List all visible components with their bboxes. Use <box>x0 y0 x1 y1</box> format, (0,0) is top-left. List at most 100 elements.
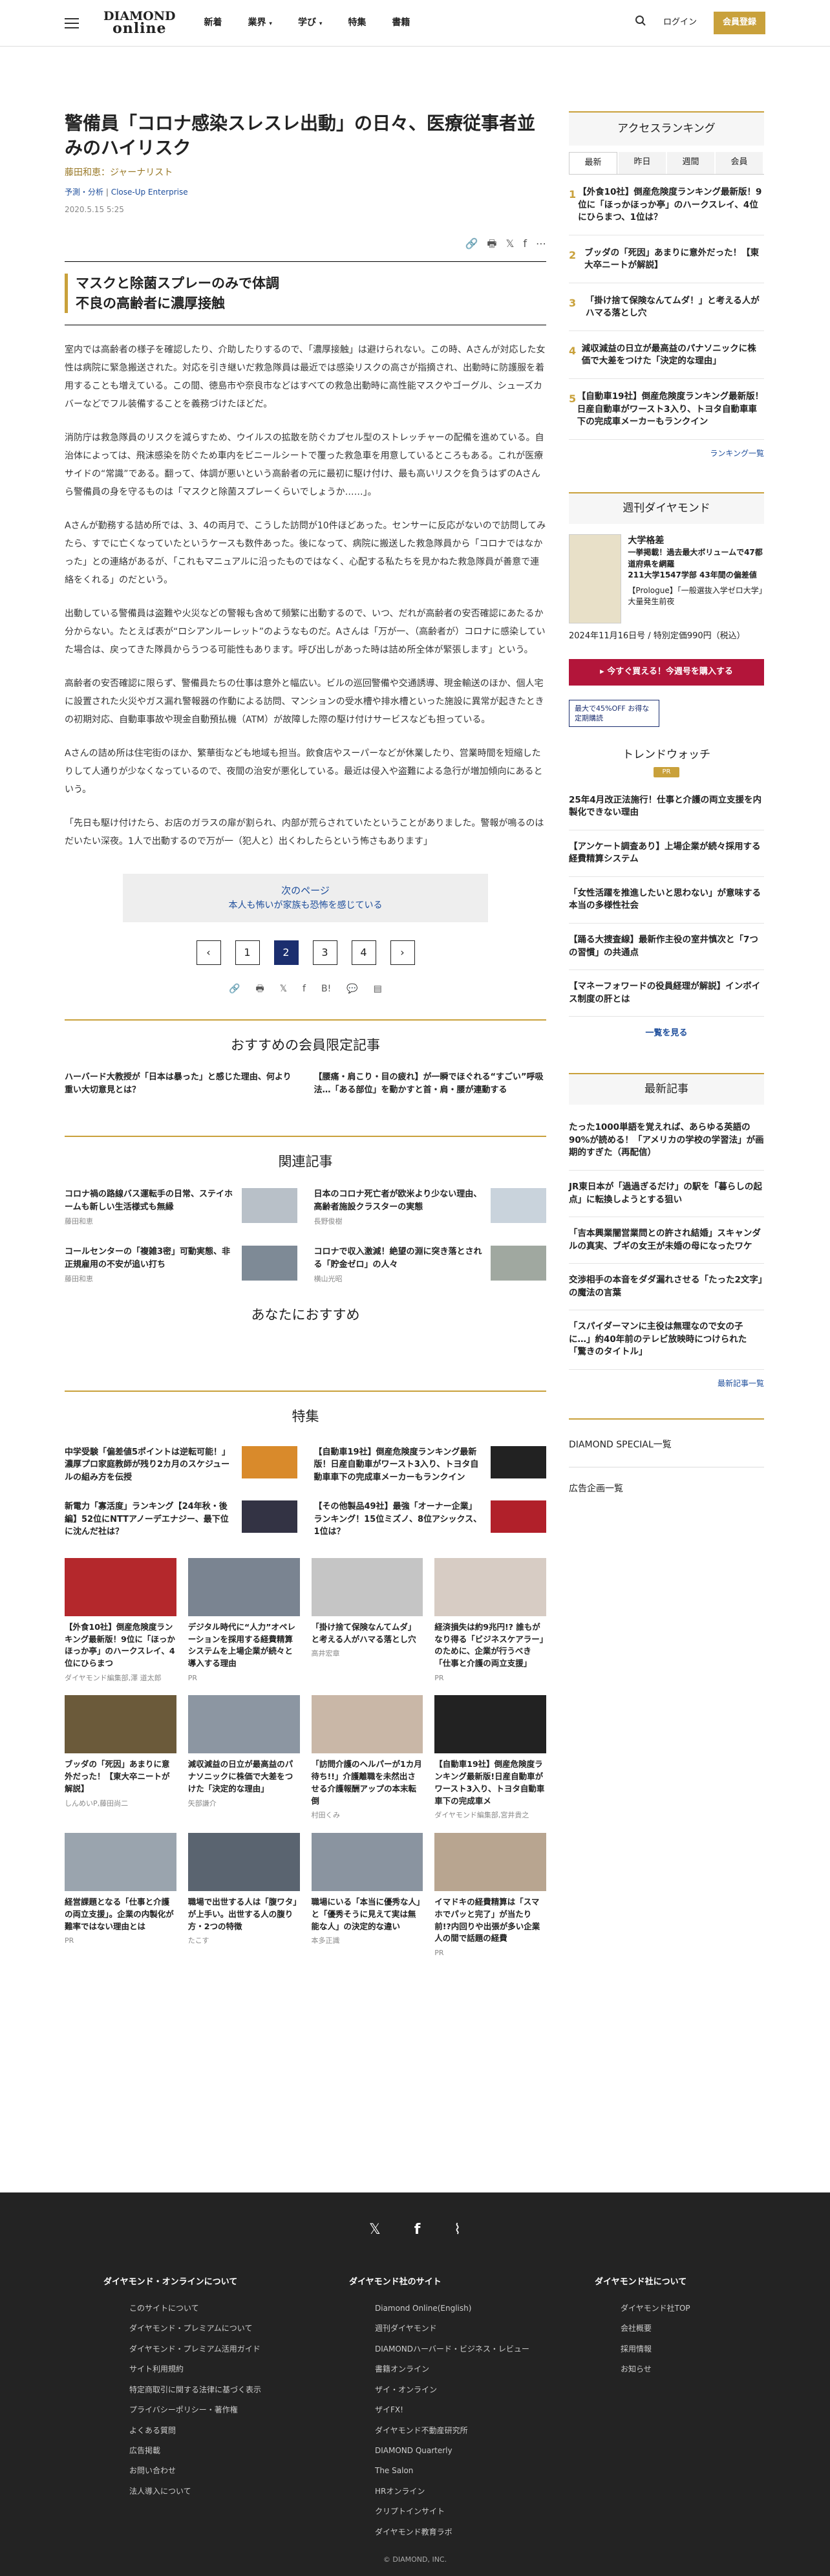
card-item[interactable]: 職場で出世する人は「腹ワタ」が上手い。出世する人の腹り方・2つの特徴 たこす <box>187 1833 300 1959</box>
x-icon[interactable]: 𝕏 <box>369 2218 381 2241</box>
nav-new[interactable]: 新着 <box>204 16 222 30</box>
ad-link[interactable]: 広告企画一覧 <box>569 1466 764 1496</box>
ranking-more-link[interactable]: ランキング一覧 <box>569 448 764 460</box>
tab-weekly[interactable]: 週間 <box>667 152 714 174</box>
trend-item[interactable]: 【マネーフォワードの役員経理が解説】インボイス制度の肝とは <box>569 970 764 1017</box>
footer-link[interactable]: ダイヤモンド教育ラボ <box>362 2522 595 2542</box>
member-article[interactable]: ハーバード大教授が「日本は暴った」と感じた理由、何より重い大切意見とは？ <box>65 1071 297 1097</box>
footer-link[interactable]: サイト利用規約 <box>116 2359 349 2379</box>
footer-link[interactable]: お知らせ <box>608 2359 750 2379</box>
feature-item[interactable]: 【その他製品49社】最強「オーナー企業」ランキング！15位ミズノ、8位アシックス… <box>314 1500 546 1539</box>
magazine[interactable]: 大学格差 一挙掲載！過去最大ボリュームで47都道府県を網羅 211大学1547学… <box>569 534 764 624</box>
tab-latest[interactable]: 最新 <box>569 152 617 174</box>
card-item[interactable]: 経済損失は約9兆円!? 誰もがなり得る「ビジネスケアラー」のために、企業が行うべ… <box>434 1557 546 1684</box>
footer-link[interactable]: The Salon <box>362 2461 595 2481</box>
card-item[interactable]: 経営課題となる「仕事と介護の両立支援」。企業の内製化が難率ではない理由とは PR <box>65 1833 176 1959</box>
page-4[interactable]: 4 <box>351 940 376 965</box>
x-icon[interactable]: 𝕏 <box>280 982 287 996</box>
trend-item[interactable]: 「女性活躍を推進したいと思わない」が意味する本当の多様性社会 <box>569 877 764 924</box>
series-link[interactable]: Close-Up Enterprise <box>111 188 188 197</box>
related-item[interactable]: コロナで収入激減！絶望の淵に突き落とされる「貯金ゼロ」の人々 横山光昭 <box>314 1246 546 1285</box>
footer-link[interactable]: クリプトインサイト <box>362 2502 595 2522</box>
print-icon[interactable]: 🖶 <box>256 982 264 996</box>
footer-link[interactable]: ザイ・オンライン <box>362 2380 595 2400</box>
card-item[interactable]: 職場にいる「本当に優秀な人」と「優秀そうに見えて実は無能な人」の決定的な違い 本多… <box>311 1833 423 1959</box>
footer-link[interactable]: 採用情報 <box>608 2339 750 2359</box>
feature-item[interactable]: 新電力「寡活度」ランキング【24年秋・後編】52位にNTTアノーデエナジー、最下… <box>65 1500 297 1539</box>
trend-item[interactable]: 【踊る大捜査線】最新作主役の室井慎次と「7つの習慣」の共通点 <box>569 924 764 971</box>
footer-link[interactable]: お問い合わせ <box>116 2461 349 2481</box>
bookmark-icon[interactable]: ▤ <box>374 982 382 996</box>
next-page-icon[interactable]: › <box>390 940 415 965</box>
tab-member[interactable]: 会員 <box>716 152 763 174</box>
footer-link[interactable]: 書籍オンライン <box>362 2359 595 2379</box>
article-author[interactable]: 藤田和恵：ジャーナリスト <box>65 166 546 180</box>
ranking-item[interactable]: 1 【外食10社】倒産危険度ランキング最新版！9位に「ほっかほっか亭」のハークスレ… <box>569 175 764 235</box>
footer-link[interactable]: このサイトについて <box>116 2299 349 2319</box>
page-1[interactable]: 1 <box>235 940 260 965</box>
member-article[interactable]: 【腰痛・肩こり・目の疲れ】が一瞬でほぐれる“すごい”呼吸法…「ある部位」を動かす… <box>314 1071 547 1097</box>
buy-button[interactable]: ▸ 今すぐ買える！今週号を購入する <box>569 658 764 686</box>
footer-link[interactable]: 法人導入について <box>116 2482 349 2502</box>
footer-link[interactable]: ダイヤモンド・プレミアム活用ガイド <box>116 2339 349 2359</box>
facebook-icon[interactable]: f <box>414 2218 421 2241</box>
comment-icon[interactable]: 💬 <box>346 982 357 996</box>
related-item[interactable]: コロナ禍の路線バス運転手の日常、ステイホームも新しい生活様式も無縁 藤田和恵 <box>65 1188 297 1228</box>
latest-more-link[interactable]: 最新記事一覧 <box>569 1378 764 1390</box>
latest-item[interactable]: JR東日本が「過過ぎるだけ」の駅を「暮らしの起点」に転換しようとする狙い <box>569 1171 764 1218</box>
feature-item[interactable]: 【自動車19社】倒産危険度ランキング最新版！日産自動車がワースト3入り、トヨタ自… <box>314 1445 546 1484</box>
register-button[interactable]: 会員登録 <box>713 12 765 34</box>
trend-item[interactable]: 【アンケート調査あり】上場企業が続々採用する経費精算システム <box>569 830 764 877</box>
card-item[interactable]: 【外食10社】倒産危険度ランキング最新版！9位に「ほっかほっか亭」のハークスレイ… <box>65 1557 176 1684</box>
login-link[interactable]: ログイン <box>663 16 697 30</box>
card-item[interactable]: 【自動車19社】倒産危険度ランキング最新版!日産自動車がワースト3入り、トヨタ自… <box>434 1695 546 1821</box>
footer-link[interactable]: Diamond Online(English) <box>362 2299 595 2319</box>
subscribe-button[interactable]: 最大で45%OFF お得な定期購読 <box>569 699 659 728</box>
card-item[interactable]: 「掛け捨て保険なんてムダ」と考える人がハマる落とし穴 高井宏章 <box>311 1557 423 1684</box>
prev-page-icon[interactable]: ‹ <box>196 940 221 965</box>
footer-link[interactable]: ダイヤモンド・プレミアムについて <box>116 2319 349 2339</box>
latest-item[interactable]: 「吉本興業闇営業問との許され結婚」スキャンダルの真実、ブギの女王が未婚の母になっ… <box>569 1217 764 1264</box>
related-item[interactable]: コールセンターの「複雑3密」可動実態、非正規雇用の不安が追い打ち 藤田和恵 <box>65 1246 297 1285</box>
footer-link[interactable]: 会社概要 <box>608 2319 750 2339</box>
latest-item[interactable]: 交渉相手の本音をダダ漏れさせる「たった2文字」の魔法の言葉 <box>569 1264 764 1311</box>
ranking-item[interactable]: 4 減収減益の日立が最高益のパナソニックに株価で大差をつけた「決定的な理由」 <box>569 331 764 380</box>
menu-icon[interactable] <box>65 17 79 28</box>
card-item[interactable]: 減収減益の日立が最高益のパナソニックに株価で大差をつけた「決定的な理由」 矢部謙介 <box>187 1695 300 1821</box>
nav-industry[interactable]: 業界 ▾ <box>248 16 272 30</box>
page-3[interactable]: 3 <box>312 940 337 965</box>
tab-yesterday[interactable]: 昨日 <box>619 152 666 174</box>
feature-item[interactable]: 中学受験「偏差値5ポイントは逆転可能！」濃厚プロ家庭教師が残り2カ月のスケジュー… <box>65 1445 297 1484</box>
trend-more-link[interactable]: 一覧を見る <box>569 1027 764 1041</box>
footer-link[interactable]: DIAMONDハーバード・ビジネス・レビュー <box>362 2339 595 2359</box>
card-item[interactable]: ブッダの「死因」あまりに意外だった！【東大卒ニートが解説】 しんめいP,藤田尚二 <box>65 1695 176 1821</box>
print-icon[interactable]: 🖶 <box>487 235 496 252</box>
nav-feature[interactable]: 特集 <box>348 16 366 30</box>
x-icon[interactable]: 𝕏 <box>505 235 514 252</box>
card-item[interactable]: イマドキの経費精算は「スマホでパッと完了」が当たり前!?内回りや出張が多い企業人… <box>434 1833 546 1959</box>
ranking-item[interactable]: 5 【自動車19社】倒産危険度ランキング最新版！日産自動車がワースト3入り、トヨタ… <box>569 379 764 440</box>
magazine-cover[interactable] <box>569 534 622 624</box>
category-link[interactable]: 予測・分析 <box>65 188 103 197</box>
ranking-item[interactable]: 3 「掛け捨て保険なんてムダ！」と考える人がハマる落とし穴 <box>569 283 764 331</box>
link-icon[interactable]: 🔗 <box>465 235 478 252</box>
nav-learn[interactable]: 学び ▾ <box>298 16 322 30</box>
footer-link[interactable]: プライバシーポリシー・著作権 <box>116 2400 349 2420</box>
footer-link[interactable]: ザイFX! <box>362 2400 595 2420</box>
page-2-current[interactable]: 2 <box>273 940 299 965</box>
card-item[interactable]: デジタル時代に“人力”オペレーションを採用する経費精算システムを上場企業が続々と… <box>187 1557 300 1684</box>
latest-item[interactable]: 「スパイダーマンに主役は無理なので女の子に…」約40年前のテレビ放映時につけられ… <box>569 1310 764 1370</box>
rss-icon[interactable]: ⌇ <box>454 2218 461 2241</box>
hatena-icon[interactable]: B! <box>321 982 331 996</box>
ranking-item[interactable]: 2 ブッダの「死因」あまりに意外だった！【東大卒ニートが解説】 <box>569 235 764 283</box>
site-logo[interactable]: DIAMOND online <box>103 10 176 36</box>
card-item[interactable]: 「訪問介護のヘルパーが1カ月待ち!!」介護離職を未然出させる介護報酬アップの本末… <box>311 1695 423 1821</box>
latest-item[interactable]: たった1000単語を覚えれば、あらゆる英語の90%が読める！「アメリカの学校の学… <box>569 1111 764 1171</box>
facebook-icon[interactable]: f <box>523 235 527 252</box>
footer-link[interactable]: よくある質問 <box>116 2421 349 2441</box>
nav-books[interactable]: 書籍 <box>392 16 410 30</box>
related-item[interactable]: 日本のコロナ死亡者が欧米より少ない理由、高齢者施設クラスターの実態 長野俊樹 <box>314 1188 546 1228</box>
search-icon[interactable] <box>635 15 646 32</box>
next-page-button[interactable]: 次のページ 本人も怖いが家族も恐怖を感じている <box>123 874 488 922</box>
link-icon[interactable]: 🔗 <box>229 982 240 996</box>
